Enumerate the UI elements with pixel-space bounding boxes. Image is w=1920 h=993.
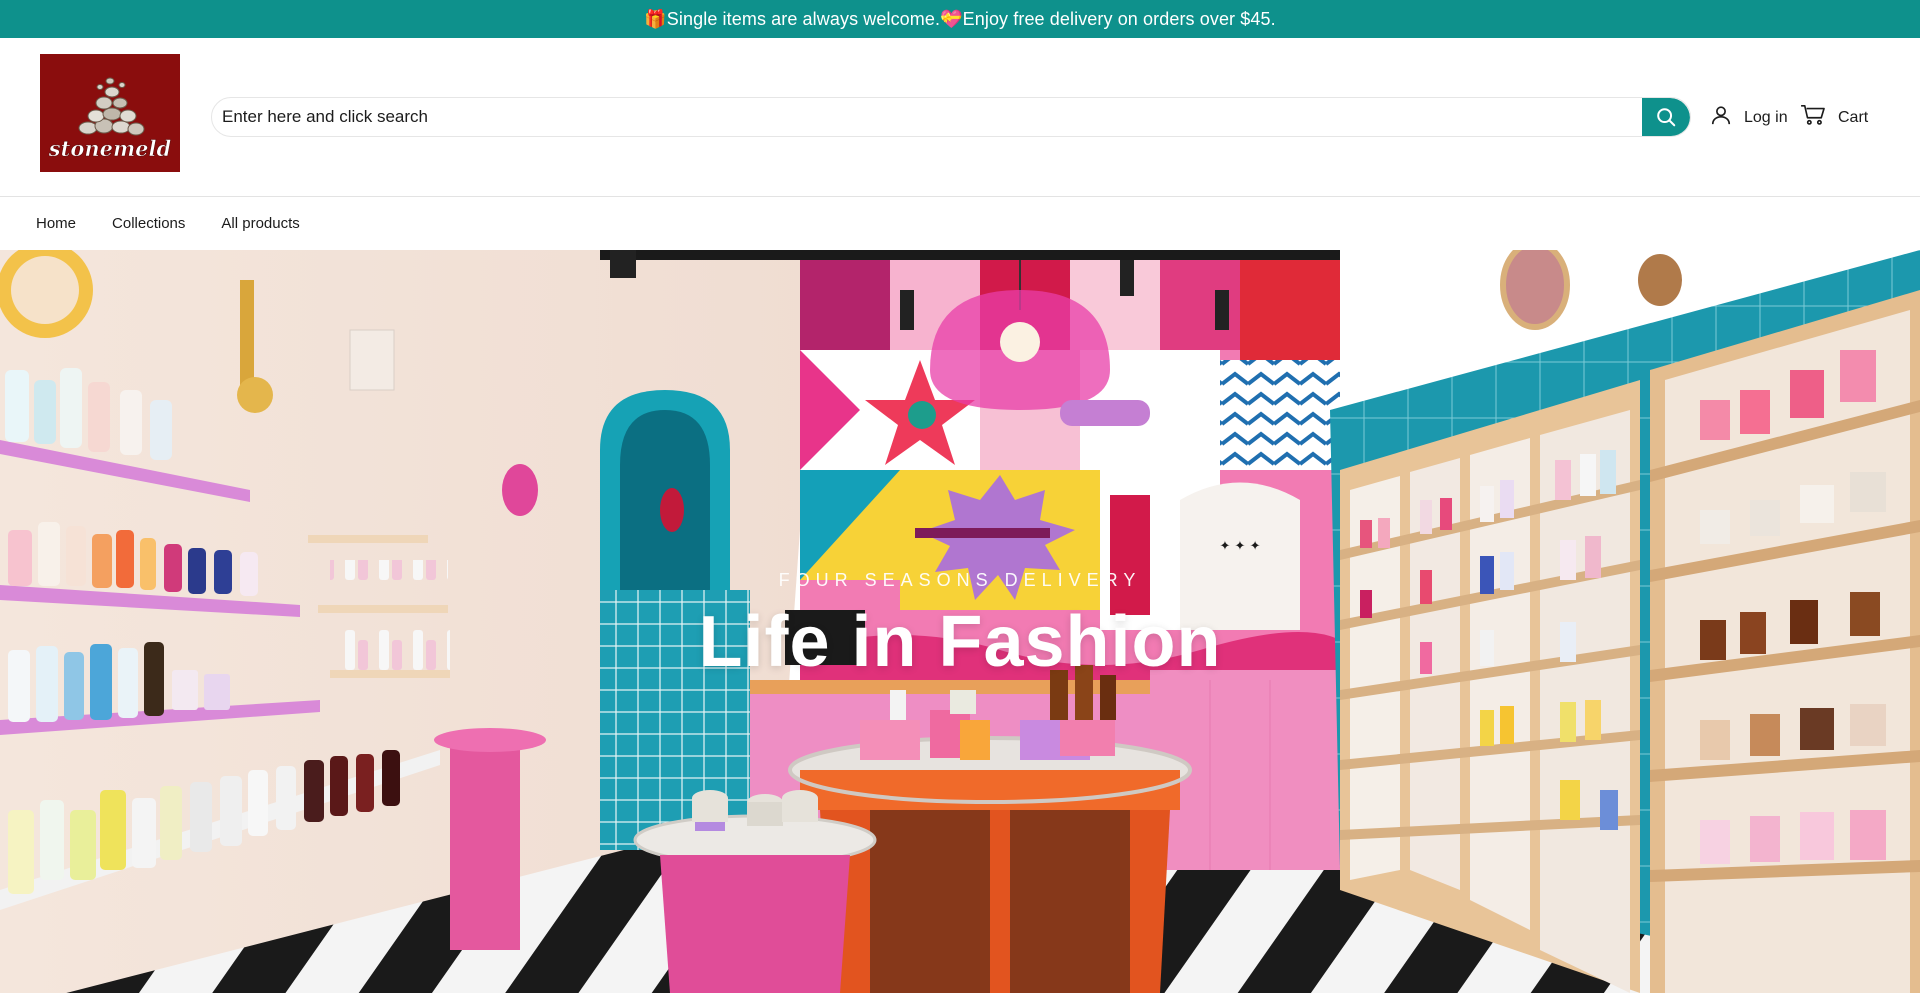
gift-icon: 🎁 — [644, 8, 667, 29]
main-nav: Home Collections All products — [0, 197, 1920, 250]
logo-text: stonemeld — [48, 136, 172, 161]
nav-item-collections[interactable]: Collections — [112, 215, 185, 232]
search-bar — [211, 97, 1691, 137]
site-header: stonemeld Log in — [0, 38, 1920, 197]
svg-text:✦ ✦ ✦: ✦ ✦ ✦ — [1220, 539, 1261, 554]
hero-title: Life in Fashion — [698, 602, 1222, 682]
cart-icon — [1800, 104, 1826, 131]
site-logo[interactable]: stonemeld — [40, 54, 180, 172]
cart-label: Cart — [1838, 108, 1869, 126]
search-input[interactable] — [212, 98, 1642, 136]
user-icon — [1710, 104, 1732, 131]
announcement-text-2: Enjoy free delivery on orders over $45. — [962, 8, 1276, 29]
nav-item-home[interactable]: Home — [36, 215, 76, 232]
search-icon — [1655, 106, 1677, 131]
hero-subtitle: FOUR SEASONS DELIVERY — [778, 570, 1142, 590]
hero-text: FOUR SEASONS DELIVERY Life in Fashion — [0, 570, 1920, 683]
login-link[interactable]: Log in — [1710, 104, 1788, 131]
hero-banner: ✦ ✦ ✦ FOUR SEASONS DELIVERY Life in Fash… — [0, 250, 1920, 993]
announcement-text-1: Single items are always welcome. — [666, 8, 941, 29]
heart-gift-icon: 💝 — [940, 8, 963, 29]
nav-item-all-products[interactable]: All products — [221, 215, 299, 232]
announcement-bar: 🎁 Single items are always welcome. 💝 Enj… — [0, 0, 1920, 38]
search-button[interactable] — [1642, 98, 1690, 136]
login-label: Log in — [1744, 108, 1788, 126]
cart-link[interactable]: Cart — [1800, 104, 1868, 131]
